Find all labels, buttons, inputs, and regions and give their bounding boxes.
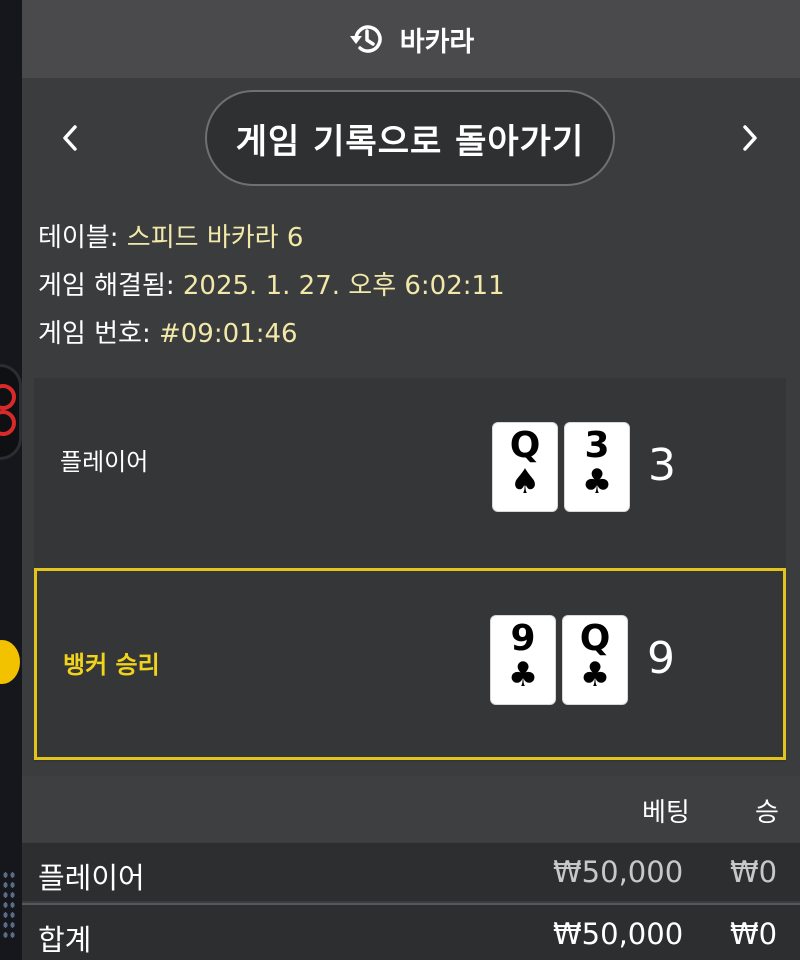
table-label: 테이블: xyxy=(38,223,119,253)
modal-header: 바카라 xyxy=(22,0,800,78)
game-number-value: #09:01:46 xyxy=(158,319,298,349)
club-icon: ♣ xyxy=(507,655,539,695)
background-coin-icon xyxy=(0,640,20,684)
player-score: 3 xyxy=(648,440,676,491)
game-number-label: 게임 번호: xyxy=(38,319,151,349)
club-icon: ♣ xyxy=(581,462,613,502)
win-column-header: 승 xyxy=(755,798,779,828)
chevron-right-icon xyxy=(743,125,757,151)
game-info: 테이블: 스피드 바카라 6 게임 해결됨: 2025. 1. 27. 오후 6… xyxy=(22,214,800,358)
player-label: 플레이어 xyxy=(60,448,149,476)
round-results: 플레이어 Q ♠ 3 ♣ 3 뱅커 승리 9 ♣ Q ♣ 9 xyxy=(34,378,786,762)
banker-hand-row: 뱅커 승리 9 ♣ Q ♣ 9 xyxy=(34,568,786,760)
back-to-history-button[interactable]: 게임 기록으로 돌아가기 xyxy=(205,90,615,186)
playing-card: Q ♣ xyxy=(562,615,628,705)
spade-icon: ♠ xyxy=(509,462,541,502)
playing-card: 3 ♣ xyxy=(564,422,630,512)
history-icon xyxy=(348,20,386,58)
resolved-info: 게임 해결됨: 2025. 1. 27. 오후 6:02:11 xyxy=(38,262,800,310)
table-row-total: 합계 ₩50,000 ₩0 xyxy=(22,903,800,960)
background-app-strip xyxy=(0,0,22,960)
modal-title: 바카라 xyxy=(399,26,475,58)
banker-score: 9 xyxy=(647,633,675,684)
win-amount: ₩0 xyxy=(730,855,778,889)
player-hand-row: 플레이어 Q ♠ 3 ♣ 3 xyxy=(34,378,786,548)
banker-win-label: 뱅커 승리 xyxy=(63,651,160,679)
total-label: 합계 xyxy=(38,923,92,957)
playing-card: Q ♠ xyxy=(492,422,558,512)
club-icon: ♣ xyxy=(579,655,611,695)
card-rank: Q xyxy=(579,618,611,659)
bets-table-header: 베팅 승 xyxy=(22,776,800,842)
playing-card: 9 ♣ xyxy=(490,615,556,705)
bet-amount: ₩50,000 xyxy=(553,855,684,889)
card-rank: 9 xyxy=(510,618,536,659)
bet-name: 플레이어 xyxy=(38,861,145,895)
background-dots xyxy=(2,870,16,940)
next-game-button[interactable] xyxy=(732,116,768,160)
table-info: 테이블: 스피드 바카라 6 xyxy=(38,214,800,262)
history-navigation: 게임 기록으로 돌아가기 xyxy=(22,78,800,198)
table-value: 스피드 바카라 6 xyxy=(126,223,304,253)
chevron-left-icon xyxy=(63,125,77,151)
card-rank: Q xyxy=(509,425,541,466)
total-win-amount: ₩0 xyxy=(730,917,778,951)
card-rank: 3 xyxy=(584,425,610,466)
resolved-value: 2025. 1. 27. 오후 6:02:11 xyxy=(182,271,505,301)
table-row: 플레이어 ₩50,000 ₩0 xyxy=(22,843,800,901)
previous-game-button[interactable] xyxy=(52,116,88,160)
game-number-info: 게임 번호: #09:01:46 xyxy=(38,310,800,358)
bet-column-header: 베팅 xyxy=(642,798,690,828)
game-history-modal: 바카라 게임 기록으로 돌아가기 테이블: 스피드 바카라 6 게임 해결됨: … xyxy=(22,0,800,960)
resolved-label: 게임 해결됨: xyxy=(38,271,175,301)
total-bet-amount: ₩50,000 xyxy=(553,917,684,951)
